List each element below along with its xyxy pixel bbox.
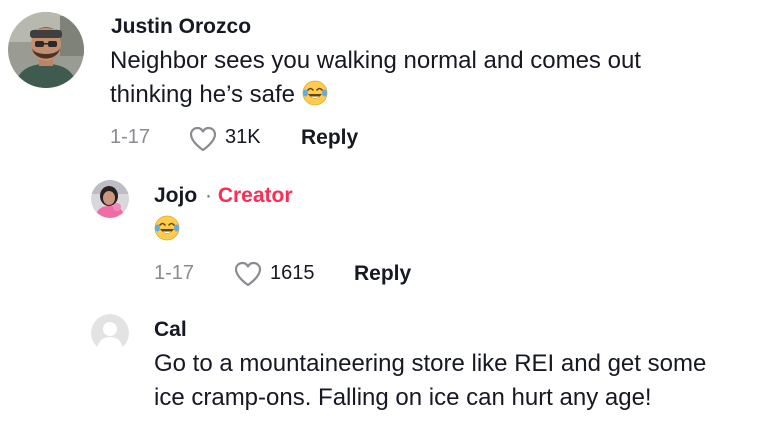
reply-date: 1-17 <box>154 262 195 284</box>
comment-username[interactable]: Justin Orozco <box>111 15 251 39</box>
comment-text-line-2: thinking he’s safe <box>110 78 328 112</box>
avatar-justin-orozco[interactable] <box>8 12 84 88</box>
reply-username[interactable]: Cal <box>154 318 187 342</box>
comment-text-line-2-text: thinking he’s safe <box>110 81 296 108</box>
reply-text-line-2: ice cramp-ons. Falling on ice can hurt a… <box>154 384 652 411</box>
reply-text-line-1: Go to a mountaineering store like REI an… <box>154 350 707 377</box>
creator-label: · Creator <box>205 184 293 208</box>
comment-date: 1-17 <box>110 126 151 148</box>
reply-text <box>154 215 180 243</box>
heart-icon[interactable] <box>233 260 263 288</box>
reply-button[interactable]: Reply <box>354 262 411 286</box>
heart-icon[interactable] <box>188 125 218 153</box>
like-count: 1615 <box>270 262 315 284</box>
like-count: 31K <box>225 126 261 148</box>
comment-text-line-1: Neighbor sees you walking normal and com… <box>110 47 641 74</box>
reply-username[interactable]: Jojo <box>154 184 197 208</box>
separator-dot: · <box>205 184 212 207</box>
creator-badge: Creator <box>217 184 293 207</box>
face-with-tears-of-joy-icon <box>302 80 328 106</box>
avatar-jojo[interactable] <box>91 180 129 218</box>
face-with-tears-of-joy-icon <box>154 215 180 241</box>
avatar-cal-default[interactable] <box>91 314 129 352</box>
reply-button[interactable]: Reply <box>301 126 358 150</box>
